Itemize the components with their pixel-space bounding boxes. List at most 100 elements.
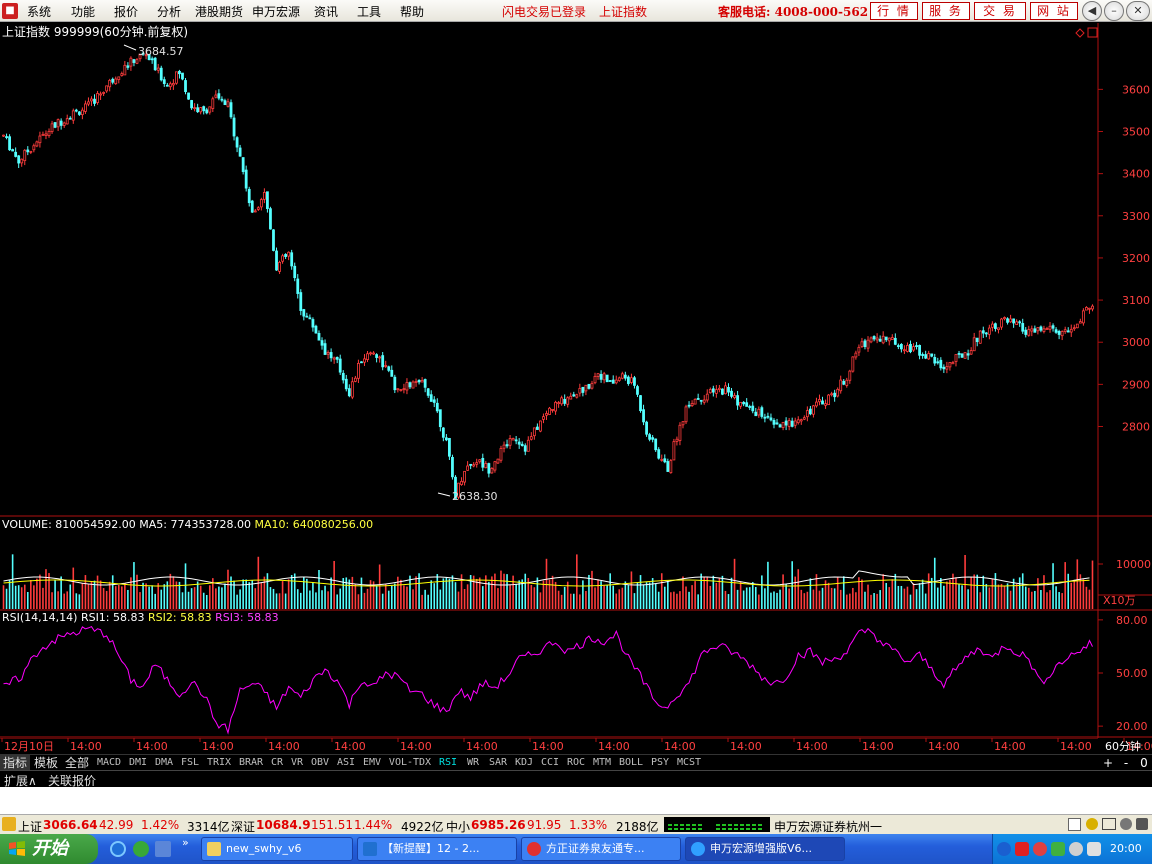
back-icon[interactable]: ◀ [1082,1,1102,21]
chart-area[interactable]: 2800 2900 3000 3100 3200 3300 3400 3500 3600 1000… [0,23,1152,738]
menu-hk-futures[interactable]: 港股期货 [195,3,243,20]
indicator-tab-dma[interactable]: DMA [152,756,176,770]
ie-icon[interactable] [110,841,126,857]
candle-body [396,388,400,391]
indicator-tab-brar[interactable]: BRAR [236,756,266,770]
indicator-tab-cci[interactable]: CCI [538,756,562,770]
market-button[interactable]: 行 情 [870,2,918,20]
lock-icon[interactable] [1120,818,1132,830]
desktop-icon[interactable] [155,841,171,857]
indicator-tab-wr[interactable]: WR [462,756,484,770]
indicator-tab-kdj[interactable]: KDJ [512,756,536,770]
indicator-tab-macd[interactable]: MACD [94,756,124,770]
menu-quote[interactable]: 报价 [114,3,138,20]
tray-red-icon[interactable] [1015,842,1029,856]
key-icon[interactable] [1136,818,1148,830]
indicator-tab-boll[interactable]: BOLL [616,756,646,770]
indicator-tab-vol-tdx[interactable]: VOL-TDX [386,756,434,770]
service-button[interactable]: 服 务 [922,2,970,20]
indicator-tab-cr[interactable]: CR [268,756,286,770]
menu-tools[interactable]: 工具 [357,3,381,20]
candle-body [423,379,427,388]
task-new-swhy[interactable]: new_swhy_v6 [201,837,353,861]
kline-chart[interactable]: 2800 2900 3000 3100 3200 3300 3400 3500 3600 1000… [0,23,1152,738]
indicator-tab-asi[interactable]: ASI [334,756,358,770]
indicator-tab-trix[interactable]: TRIX [204,756,234,770]
candle-body [114,78,118,85]
indicator-tab-dmi[interactable]: DMI [126,756,150,770]
browser-icon[interactable] [133,841,149,857]
menu-help[interactable]: 帮助 [400,3,424,20]
indicator-tab-vr[interactable]: VR [288,756,306,770]
candle-body [162,79,166,84]
tab-all[interactable]: 全部 [62,755,92,771]
candle-body [469,463,473,466]
start-button[interactable]: 开始 [0,834,98,864]
menu-analysis[interactable]: 分析 [157,3,181,20]
candle-body [654,438,658,451]
tray-back-icon[interactable] [997,842,1011,856]
indicator-tab-emv[interactable]: EMV [360,756,384,770]
panel-restore-icon[interactable] [1087,27,1098,38]
candle-body [529,436,533,440]
indicator-tab-roc[interactable]: ROC [564,756,588,770]
zx-label[interactable]: 中小 [446,818,470,835]
time-tick-label: 14:00 [1060,740,1092,753]
menu-system[interactable]: 系统 [27,3,51,20]
tab-indicator[interactable]: 指标 [0,755,30,771]
zoom-in-button[interactable]: + [1100,755,1116,771]
reset-button[interactable]: 0 [1136,755,1152,771]
app-logo-icon[interactable]: ■ [2,3,18,19]
status-menu-icon[interactable] [2,817,16,831]
close-icon[interactable]: ✕ [1126,1,1150,21]
candle-body [135,59,139,64]
time-tick-label: 14:00 [268,740,300,753]
website-button[interactable]: 网 站 [1030,2,1078,20]
indicator-tab-rsi[interactable]: RSI [436,756,460,770]
indicator-tab-mcst[interactable]: MCST [674,756,704,770]
tab-template[interactable]: 模板 [31,755,61,771]
tray-antivirus-icon[interactable] [1033,842,1047,856]
candle-body [535,426,539,430]
tray-shield-icon[interactable] [1069,842,1083,856]
candle-body [126,65,130,68]
sh-label[interactable]: 上证 [18,818,42,835]
chart-frame [0,23,1152,738]
task-fangzheng[interactable]: 方正证券泉友通专... [521,837,681,861]
candle-body [411,381,415,389]
candle-body [205,109,209,114]
minimize-icon[interactable]: – [1104,1,1124,21]
antenna-icon[interactable] [1102,818,1116,830]
task-swhy-v6[interactable]: 申万宏源增强版V6... [685,837,845,861]
candle-body [757,408,761,416]
candle-body [602,373,606,381]
bulb-icon[interactable] [1086,818,1098,830]
indicator-tab-obv[interactable]: OBV [308,756,332,770]
trade-button[interactable]: 交 易 [974,2,1026,20]
chevron-more-icon[interactable]: » [182,836,189,849]
menu-info[interactable]: 资讯 [314,3,338,20]
candle-body [766,415,770,418]
market-breadth-meter [664,817,770,832]
indicator-tab-mtm[interactable]: MTM [590,756,614,770]
task-reminder[interactable]: 【新提醒】12 - 2... [357,837,517,861]
sz-label[interactable]: 深证 [231,818,255,835]
candle-body [56,119,60,128]
indicator-tab-psy[interactable]: PSY [648,756,672,770]
candle-body [878,338,882,342]
menu-function[interactable]: 功能 [71,3,95,20]
candle-body [696,397,700,400]
taskbar: 开始 » new_swhy_v6 【新提醒】12 - 2... 方正证券泉友通专… [0,834,1152,864]
candle-body [860,341,864,347]
indicator-tab-sar[interactable]: SAR [486,756,510,770]
candle-body [815,401,818,407]
zoom-out-button[interactable]: - [1118,755,1134,771]
menu-swhy[interactable]: 申万宏源 [252,3,300,20]
tray-green-icon[interactable] [1051,842,1065,856]
indicator-tab-fsl[interactable]: FSL [178,756,202,770]
diamond-icon[interactable] [1075,28,1085,38]
screen-icon[interactable] [1068,818,1081,831]
candle-body [808,408,812,415]
tray-volume-icon[interactable] [1087,842,1101,856]
candle-body [651,437,655,440]
